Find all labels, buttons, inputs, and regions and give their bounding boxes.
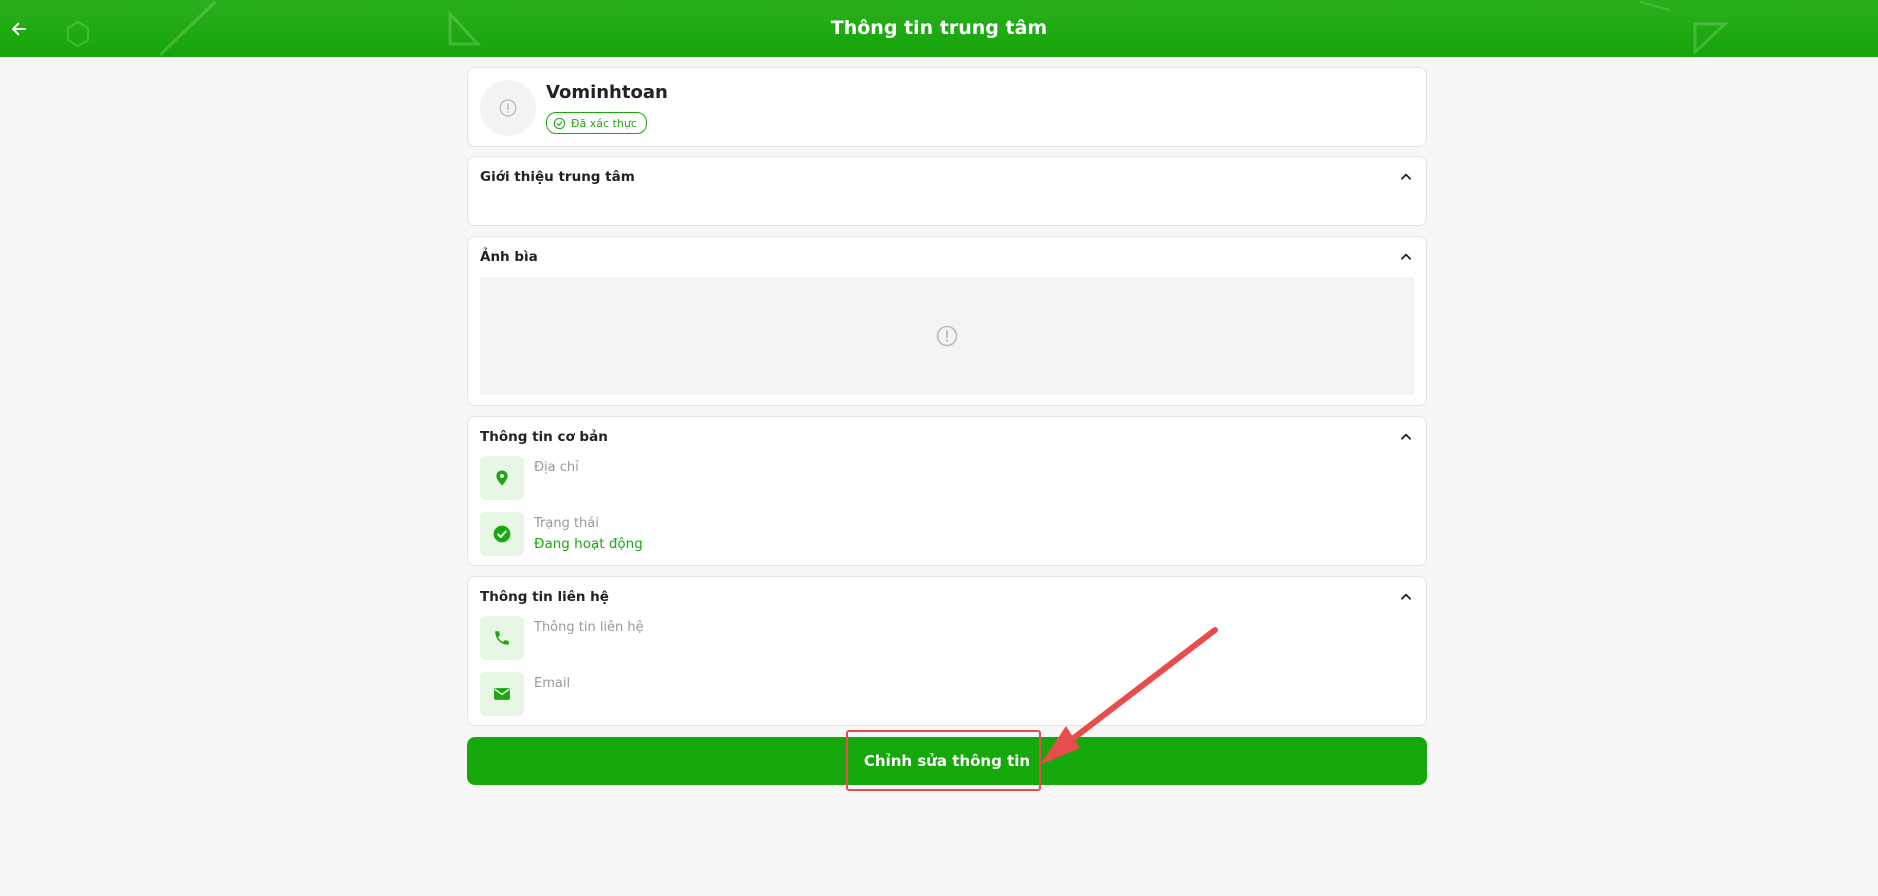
center-name: Vominhtoan (546, 82, 668, 103)
cover-collapse-toggle[interactable] (1398, 249, 1414, 265)
address-label: Địa chỉ (534, 460, 579, 475)
intro-section-title: Giới thiệu trung tâm (480, 169, 635, 185)
basic-info-collapse-toggle[interactable] (1398, 429, 1414, 445)
contact-info-label: Thông tin liên hệ (534, 620, 644, 635)
contact-section: Thông tin liên hệ Thông tin liên hệ Emai… (467, 576, 1427, 726)
edit-info-button[interactable]: Chỉnh sửa thông tin (467, 737, 1427, 785)
status-row: Trạng thái Đang hoạt động (480, 512, 1400, 556)
chevron-up-icon (1401, 593, 1411, 600)
verified-badge: Đã xác thực (546, 112, 647, 134)
status-label: Trạng thái (534, 516, 599, 531)
cover-section-title: Ảnh bìa (480, 249, 538, 265)
page-title: Thông tin trung tâm (830, 17, 1048, 39)
phone-row: Thông tin liên hệ (480, 616, 1400, 660)
check-circle-icon (553, 117, 566, 129)
basic-info-section: Thông tin cơ bản Địa chỉ Trạng thái Đang… (467, 416, 1427, 566)
email-row: Email (480, 672, 1400, 716)
status-icon-box (480, 512, 524, 556)
alert-circle-icon (936, 325, 958, 347)
address-row: Địa chỉ (480, 456, 1400, 500)
chevron-up-icon (1401, 253, 1411, 260)
top-app-bar: Thông tin trung tâm (0, 0, 1878, 57)
address-icon-box (480, 456, 524, 500)
status-value: Đang hoạt động (534, 536, 643, 552)
chevron-up-icon (1401, 433, 1411, 440)
email-label: Email (534, 676, 571, 691)
verified-label: Đã xác thực (571, 116, 637, 130)
intro-collapse-toggle[interactable] (1398, 169, 1414, 185)
avatar (480, 80, 536, 136)
alert-circle-icon (499, 99, 517, 117)
check-circle-filled-icon (493, 525, 511, 543)
phone-icon (495, 631, 509, 645)
cover-image-placeholder (480, 277, 1414, 395)
envelope-icon (494, 688, 510, 700)
contact-section-title: Thông tin liên hệ (480, 589, 609, 605)
main-content: Vominhtoan Đã xác thực Giới thiệu trung … (467, 67, 1427, 785)
basic-info-section-title: Thông tin cơ bản (480, 429, 608, 445)
cover-section: Ảnh bìa (467, 236, 1427, 406)
intro-section: Giới thiệu trung tâm (467, 156, 1427, 226)
phone-icon-box (480, 616, 524, 660)
map-pin-icon (496, 470, 508, 486)
email-icon-box (480, 672, 524, 716)
profile-card: Vominhtoan Đã xác thực (467, 67, 1427, 147)
contact-collapse-toggle[interactable] (1398, 589, 1414, 605)
chevron-up-icon (1401, 173, 1411, 180)
